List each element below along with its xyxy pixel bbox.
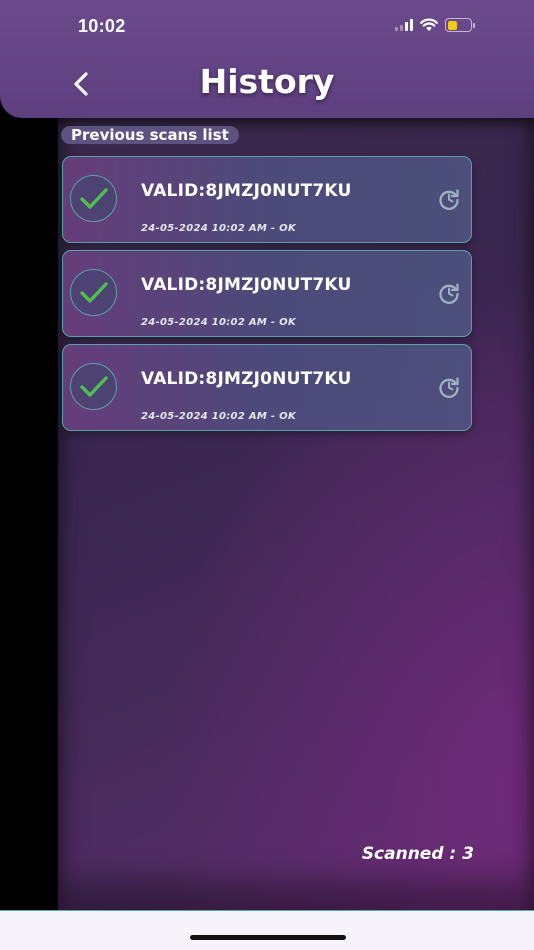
page-title: History — [199, 62, 335, 101]
check-icon — [79, 375, 108, 397]
scanned-count-label: Scanned : — [361, 844, 463, 864]
rescan-icon[interactable] — [437, 187, 461, 211]
status-time: 10:02 — [78, 16, 126, 36]
bottom-bar — [0, 910, 534, 950]
wifi-icon — [420, 18, 438, 31]
scan-code: VALID:8JMZJ0NUT7KU — [141, 275, 352, 295]
battery-icon — [445, 18, 475, 32]
scan-item[interactable]: VALID:8JMZJ0NUT7KU 24-05-2024 10:02 AM -… — [62, 250, 472, 337]
scan-timestamp: 24-05-2024 10:02 AM - OK — [141, 223, 297, 234]
valid-status-badge — [70, 363, 117, 410]
scan-timestamp: 24-05-2024 10:02 AM - OK — [141, 317, 297, 328]
scanned-count: Scanned : 3 — [362, 844, 474, 864]
rescan-icon[interactable] — [437, 375, 461, 399]
battery-fill — [447, 20, 458, 30]
home-indicator[interactable] — [190, 935, 346, 940]
valid-status-badge — [70, 175, 117, 222]
scan-code: VALID:8JMZJ0NUT7KU — [141, 369, 352, 389]
cellular-signal-icon — [395, 19, 413, 31]
check-icon — [79, 187, 108, 209]
valid-status-badge — [70, 269, 117, 316]
scan-code: VALID:8JMZJ0NUT7KU — [141, 181, 352, 201]
section-label: Previous scans list — [61, 126, 239, 144]
scanned-count-value: 3 — [462, 844, 474, 864]
rescan-icon[interactable] — [437, 281, 461, 305]
status-icons — [395, 18, 475, 32]
app-header: 10:02 History — [0, 0, 534, 118]
left-edge-shadow — [0, 118, 58, 913]
scan-list: VALID:8JMZJ0NUT7KU 24-05-2024 10:02 AM -… — [62, 156, 472, 438]
scan-item[interactable]: VALID:8JMZJ0NUT7KU 24-05-2024 10:02 AM -… — [62, 156, 472, 243]
scan-timestamp: 24-05-2024 10:02 AM - OK — [141, 411, 297, 422]
check-icon — [79, 281, 108, 303]
scan-item[interactable]: VALID:8JMZJ0NUT7KU 24-05-2024 10:02 AM -… — [62, 344, 472, 431]
